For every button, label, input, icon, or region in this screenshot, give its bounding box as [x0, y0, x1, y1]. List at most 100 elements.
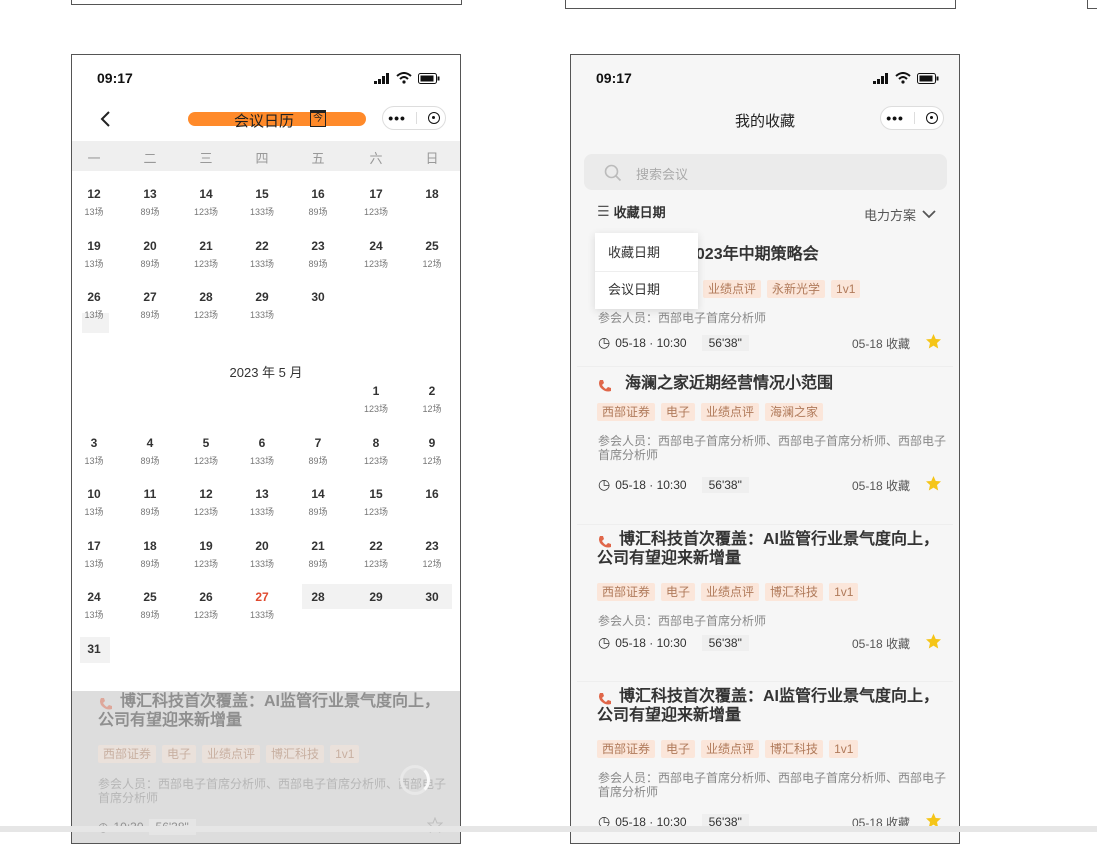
calendar-day[interactable]: 12 13场: [74, 185, 114, 218]
calendar-day[interactable]: 2 12场: [412, 382, 452, 415]
calendar-day[interactable]: 20 89场: [130, 237, 170, 270]
meeting-count: 12场: [422, 259, 442, 269]
calendar-day[interactable]: 5 123场: [186, 434, 226, 467]
day-number: 28: [311, 590, 325, 604]
card-tags: 业绩点评 永新光学 1v1: [703, 280, 866, 298]
calendar-day[interactable]: 12 123场: [186, 485, 226, 518]
meeting-count: 123场: [193, 456, 219, 466]
calendar-day[interactable]: 11 89场: [130, 485, 170, 518]
star-filled-icon[interactable]: [925, 633, 942, 650]
calendar-day[interactable]: 14 123场: [186, 185, 226, 218]
calendar-day[interactable]: 30: [298, 288, 338, 308]
calendar-day[interactable]: 10 13场: [74, 485, 114, 518]
calendar-day[interactable]: 13 89场: [130, 185, 170, 218]
day-number: 12: [87, 187, 101, 201]
calendar-day[interactable]: 27 89场: [130, 288, 170, 321]
calendar-day[interactable]: 17 123场: [356, 185, 396, 218]
calendar-day[interactable]: 16: [412, 485, 452, 505]
calendar-day[interactable]: 21 89场: [298, 537, 338, 570]
calendar-day[interactable]: 14 89场: [298, 485, 338, 518]
meeting-count: 123场: [193, 207, 219, 217]
calendar-day[interactable]: 20 133场: [242, 537, 282, 570]
day-number: 1: [372, 384, 380, 398]
calendar-day[interactable]: 18 89场: [130, 537, 170, 570]
calendar-day[interactable]: 6 133场: [242, 434, 282, 467]
calendar-day[interactable]: 30: [412, 588, 452, 608]
calendar-day[interactable]: 23 89场: [298, 237, 338, 270]
calendar-day[interactable]: 4 89场: [130, 434, 170, 467]
calendar-day[interactable]: 1 123场: [356, 382, 396, 415]
calendar-day[interactable]: 29: [356, 588, 396, 608]
day-number: 4: [146, 436, 154, 450]
calendar-day[interactable]: 26 123场: [186, 588, 226, 621]
chevron-down-icon: [922, 210, 936, 219]
more-icon[interactable]: •••: [886, 111, 904, 125]
calendar-day[interactable]: 15 123场: [356, 485, 396, 518]
status-time: 09:17: [97, 70, 133, 86]
dropdown-option-fav-date[interactable]: 收藏日期: [608, 242, 660, 261]
day-number: 31: [87, 642, 101, 656]
day-number: 12: [199, 487, 213, 501]
close-target-icon[interactable]: [427, 112, 440, 124]
meeting-count: 133场: [249, 456, 275, 466]
calendar-day[interactable]: 24 123场: [356, 237, 396, 270]
close-target-icon[interactable]: [925, 112, 938, 124]
favorite-card[interactable]: 海澜之家近期经营情况小范围 西部证券 电子 业绩点评 海澜之家 参会人员：西部电子首席分析…: [577, 367, 953, 525]
calendar-day[interactable]: 25 12场: [412, 237, 452, 270]
meeting-count: 13场: [84, 207, 104, 217]
calendar-day[interactable]: 22 123场: [356, 537, 396, 570]
favorite-card[interactable]: 博汇科技首次覆盖：AI监管行业景气度向上， 公司有望迎来新增量 西部证券 电子 业绩点评…: [577, 682, 953, 842]
meeting-count: 89场: [140, 507, 160, 517]
calendar-day[interactable]: 3 13场: [74, 434, 114, 467]
calendar-day[interactable]: 15 133场: [242, 185, 282, 218]
calendar-day[interactable]: 9 12场: [412, 434, 452, 467]
back-icon[interactable]: [100, 110, 112, 128]
calendar-day[interactable]: 24 13场: [74, 588, 114, 621]
card-meta: ◷ 05-18 · 10:30 56'38": [598, 476, 749, 493]
star-filled-icon[interactable]: [925, 475, 942, 492]
star-filled-icon[interactable]: [925, 333, 942, 350]
day-number: 26: [199, 590, 213, 604]
clock-icon: ◷: [598, 476, 611, 492]
calendar-day[interactable]: 28 123场: [186, 288, 226, 321]
calendar-day[interactable]: 19 123场: [186, 537, 226, 570]
search-input[interactable]: 搜索会议: [584, 154, 947, 190]
meeting-count: 89场: [308, 259, 328, 269]
weekday-label: 四: [255, 151, 269, 166]
dropdown-option-meeting-date[interactable]: 会议日期: [608, 279, 660, 298]
tag: 海澜之家: [765, 403, 824, 421]
calendar-day[interactable]: 13 133场: [242, 485, 282, 518]
meeting-count: 89场: [308, 207, 328, 217]
favorite-card[interactable]: 博汇科技首次覆盖：AI监管行业景气度向上， 公司有望迎来新增量 西部证券 电子 业绩点评…: [577, 525, 953, 682]
day-number: 25: [425, 239, 439, 253]
calendar-day[interactable]: 18: [412, 185, 452, 205]
calendar-day[interactable]: 22 133场: [242, 237, 282, 270]
calendar-day[interactable]: 28: [298, 588, 338, 608]
meeting-count: 123场: [193, 259, 219, 269]
meeting-duration: 56'38": [701, 334, 749, 351]
weekday-header: 一二三四五六日: [72, 141, 460, 171]
meeting-time: 05-18 · 10:30: [615, 635, 687, 650]
calendar-day[interactable]: 23 12场: [412, 537, 452, 570]
calendar-day[interactable]: 19 13场: [74, 237, 114, 270]
calendar-day[interactable]: 21 123场: [186, 237, 226, 270]
meeting-duration: 56'38": [701, 634, 749, 651]
calendar-icon[interactable]: 今: [310, 110, 326, 127]
tag: 1v1: [829, 740, 859, 758]
favorite-date: 05-18 收藏: [852, 337, 911, 351]
calendar-day[interactable]: 27 133场: [242, 588, 282, 621]
more-icon[interactable]: •••: [388, 111, 406, 125]
calendar-day[interactable]: 25 89场: [130, 588, 170, 621]
tag: 博汇科技: [765, 583, 824, 601]
calendar-day[interactable]: 8 123场: [356, 434, 396, 467]
calendar-day[interactable]: 31: [74, 640, 114, 660]
calendar-day[interactable]: 29 133场: [242, 288, 282, 321]
calendar-day[interactable]: 16 89场: [298, 185, 338, 218]
filter-dropdown[interactable]: 电力方案: [864, 205, 936, 224]
favorite-date: 05-18 收藏: [852, 637, 911, 651]
meeting-count: 133场: [249, 207, 275, 217]
calendar-day[interactable]: 7 89场: [298, 434, 338, 467]
calendar-day[interactable]: 17 13场: [74, 537, 114, 570]
sort-toggle[interactable]: ☰ 收藏日期: [597, 202, 666, 221]
calendar-day[interactable]: 26 13场: [74, 288, 114, 321]
